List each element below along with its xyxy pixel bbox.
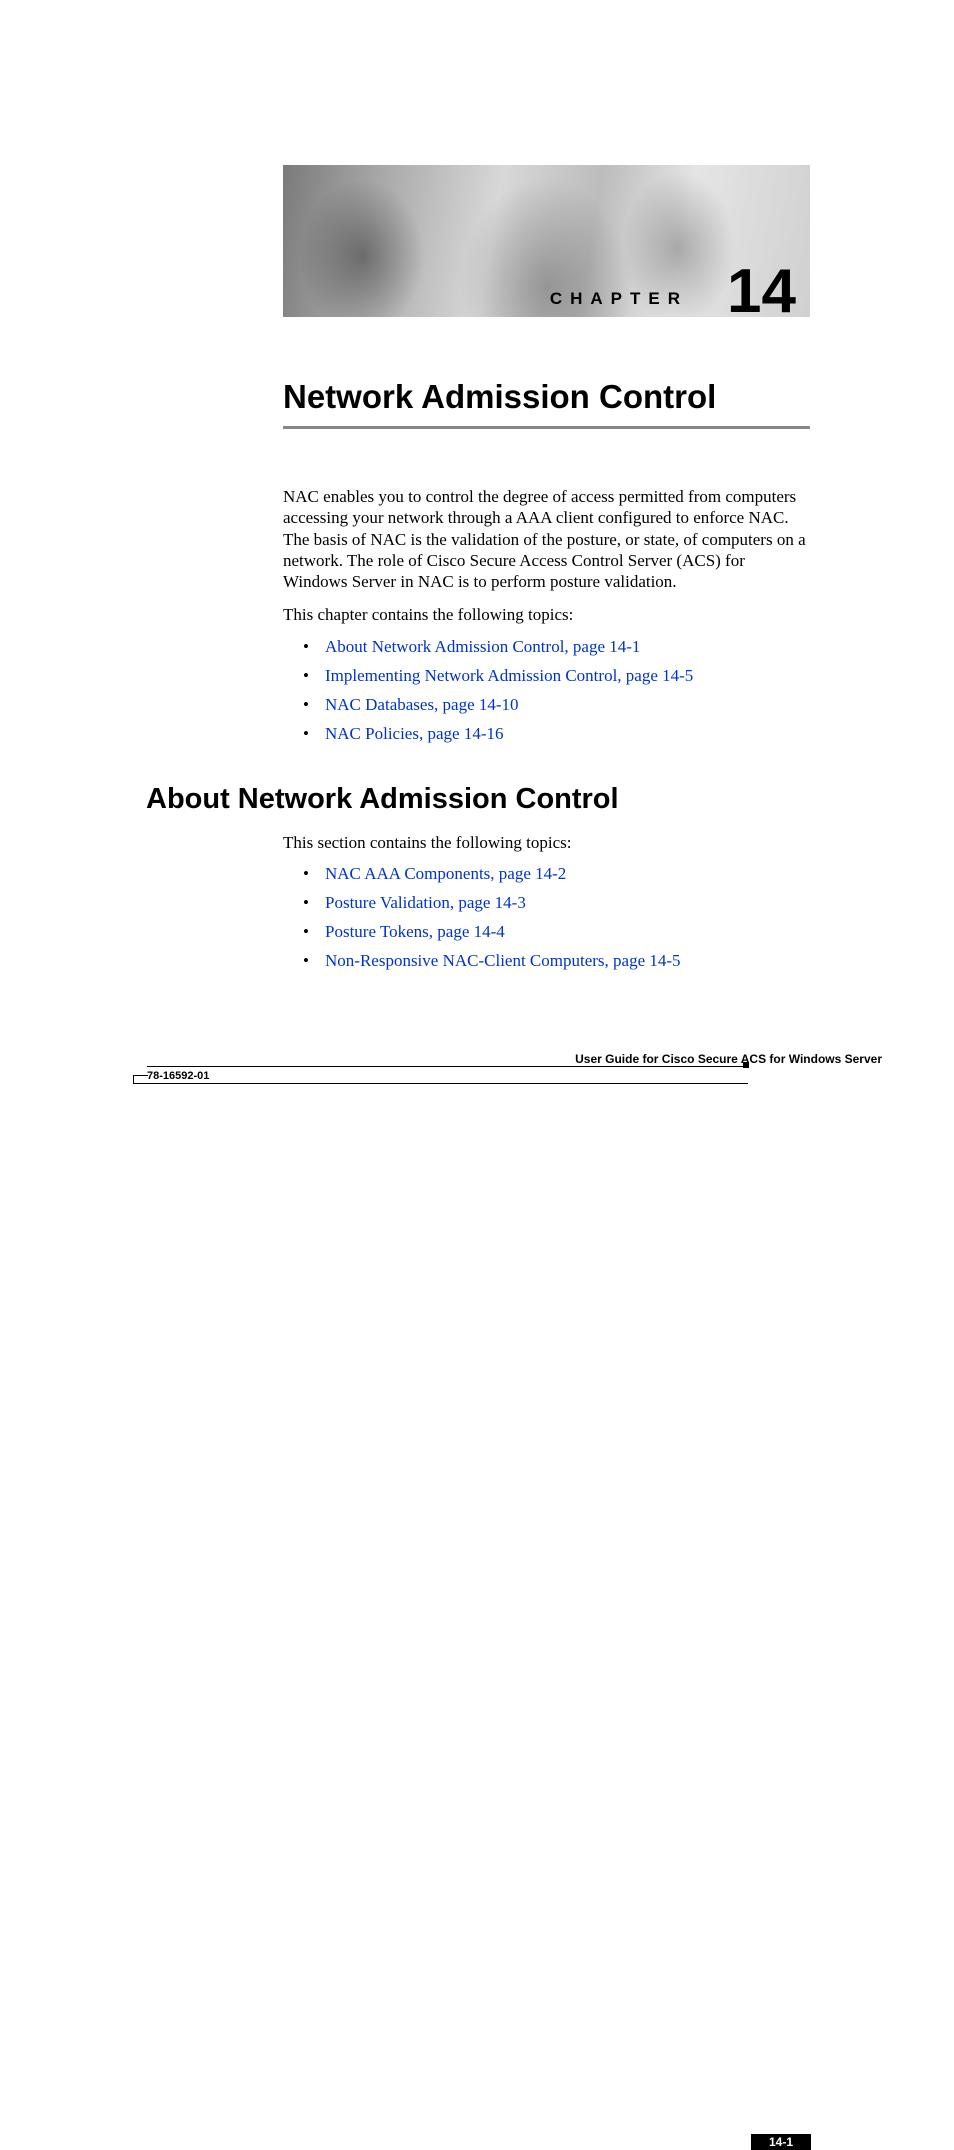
topic-link[interactable]: NAC Databases, page 14-10 xyxy=(325,695,519,714)
footer-square-icon xyxy=(743,1062,749,1068)
chapter-title: Network Admission Control xyxy=(283,378,716,416)
intro-paragraph: NAC enables you to control the degree of… xyxy=(283,486,811,592)
chapter-banner-image: CHAPTER 14 xyxy=(283,165,810,317)
footer-doc-number: 78-16592-01 xyxy=(147,1070,209,1082)
footer-tick xyxy=(133,1075,148,1076)
list-item: Implementing Network Admission Control, … xyxy=(303,666,803,686)
chapter-topics-list: About Network Admission Control, page 14… xyxy=(303,628,803,753)
section-intro: This section contains the following topi… xyxy=(283,833,811,853)
topic-link[interactable]: Posture Validation, page 14-3 xyxy=(325,893,526,912)
footer-guide-title: User Guide for Cisco Secure ACS for Wind… xyxy=(575,1052,882,1066)
footer-rule xyxy=(147,1066,749,1067)
section-title: About Network Admission Control xyxy=(146,783,619,816)
topics-intro: This chapter contains the following topi… xyxy=(283,605,811,625)
section-topics-list: NAC AAA Components, page 14-2 Posture Va… xyxy=(303,855,803,980)
footer-tick xyxy=(133,1075,134,1083)
topic-link[interactable]: NAC AAA Components, page 14-2 xyxy=(325,864,566,883)
title-rule xyxy=(283,426,810,429)
topic-link[interactable]: Posture Tokens, page 14-4 xyxy=(325,922,505,941)
list-item: Posture Validation, page 14-3 xyxy=(303,893,803,913)
list-item: NAC Policies, page 14-16 xyxy=(303,724,803,744)
footer-page-number: 14-1 xyxy=(751,2134,811,2150)
footer-rule xyxy=(133,1083,748,1084)
list-item: About Network Admission Control, page 14… xyxy=(303,637,803,657)
page: CHAPTER 14 Network Admission Control NAC… xyxy=(0,0,954,1235)
chapter-number: 14 xyxy=(727,261,796,317)
list-item: NAC AAA Components, page 14-2 xyxy=(303,864,803,884)
topic-link[interactable]: About Network Admission Control, page 14… xyxy=(325,637,640,656)
chapter-label: CHAPTER xyxy=(550,289,688,309)
list-item: NAC Databases, page 14-10 xyxy=(303,695,803,715)
topic-link[interactable]: NAC Policies, page 14-16 xyxy=(325,724,503,743)
list-item: Non-Responsive NAC-Client Computers, pag… xyxy=(303,951,803,971)
list-item: Posture Tokens, page 14-4 xyxy=(303,922,803,942)
topic-link[interactable]: Non-Responsive NAC-Client Computers, pag… xyxy=(325,951,681,970)
topic-link[interactable]: Implementing Network Admission Control, … xyxy=(325,666,693,685)
